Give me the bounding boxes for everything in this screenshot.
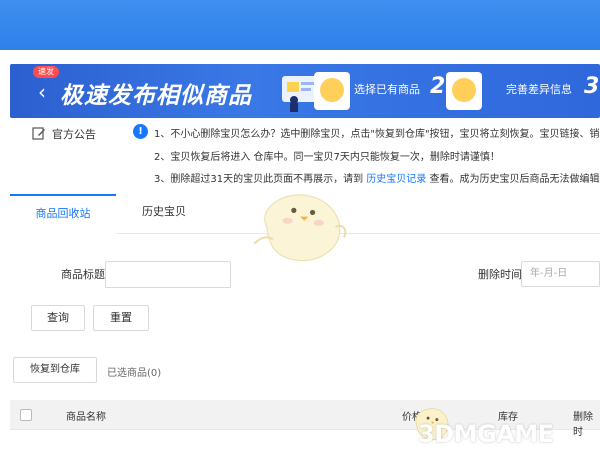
step1-label: 选择已有商品: [354, 83, 420, 96]
notice-line-2: 2、宝贝恢复后将进入 仓库中。同一宝贝7天内只能恢复一次，删除时请谨慎！: [154, 152, 500, 163]
edit-note-icon: [32, 127, 45, 140]
step2-number: 2: [430, 74, 446, 99]
chevron-left-icon: ‹: [38, 80, 46, 104]
delete-time-label: 删除时间: [478, 268, 522, 281]
promo-banner[interactable]: 速发 ‹ 极速发布相似商品 选择已有商品 2 完善差异信息 3: [10, 64, 600, 118]
step2-card: [446, 72, 482, 110]
step1-card: [314, 72, 350, 110]
notice-line-1: 1、不小心删除宝贝怎么办？选中删除宝贝，点击"恢复到仓库"按钮，宝贝将立刻恢复。…: [154, 129, 600, 140]
info-icon: !: [133, 124, 148, 139]
reset-button[interactable]: 重置: [93, 305, 149, 331]
tab-recycle-bin[interactable]: 商品回收站: [10, 194, 116, 234]
selected-count: 已选商品(0): [107, 368, 162, 379]
top-header-bar: [0, 0, 600, 50]
select-all-checkbox[interactable]: [20, 409, 32, 421]
history-records-link[interactable]: 历史宝贝记录: [366, 174, 426, 185]
notice-line-3: 3、删除超过31天的宝贝此页面不再展示，请到 历史宝贝记录 查看。成为历史宝贝后…: [154, 170, 599, 185]
restore-to-warehouse-button[interactable]: 恢复到仓库: [13, 357, 97, 383]
chick-mascot-icon: [253, 194, 347, 261]
step2-label: 完善差异信息: [506, 83, 572, 96]
delete-date-input[interactable]: 年-月-日: [521, 261, 600, 287]
notice-title: 官方公告: [52, 128, 96, 141]
watermark-text: 3DMGAME: [418, 420, 554, 448]
step3-number: 3: [584, 74, 600, 99]
banner-title: 极速发布相似商品: [60, 83, 252, 109]
title-filter-label: 商品标题: [61, 268, 105, 281]
notice-line-3-suffix: 查看。成为历史宝贝后商品无法做编辑: [429, 174, 600, 185]
query-button[interactable]: 查询: [31, 305, 85, 331]
column-product-name: 商品名称: [66, 412, 106, 423]
title-filter-input[interactable]: [105, 261, 231, 288]
tab-history[interactable]: 历史宝贝: [116, 194, 212, 234]
official-notice: 官方公告 ! 1、不小心删除宝贝怎么办？选中删除宝贝，点击"恢复到仓库"按钮，宝…: [10, 118, 600, 194]
banner-badge: 速发: [33, 66, 59, 78]
column-delete-time: 删除时: [573, 412, 593, 438]
